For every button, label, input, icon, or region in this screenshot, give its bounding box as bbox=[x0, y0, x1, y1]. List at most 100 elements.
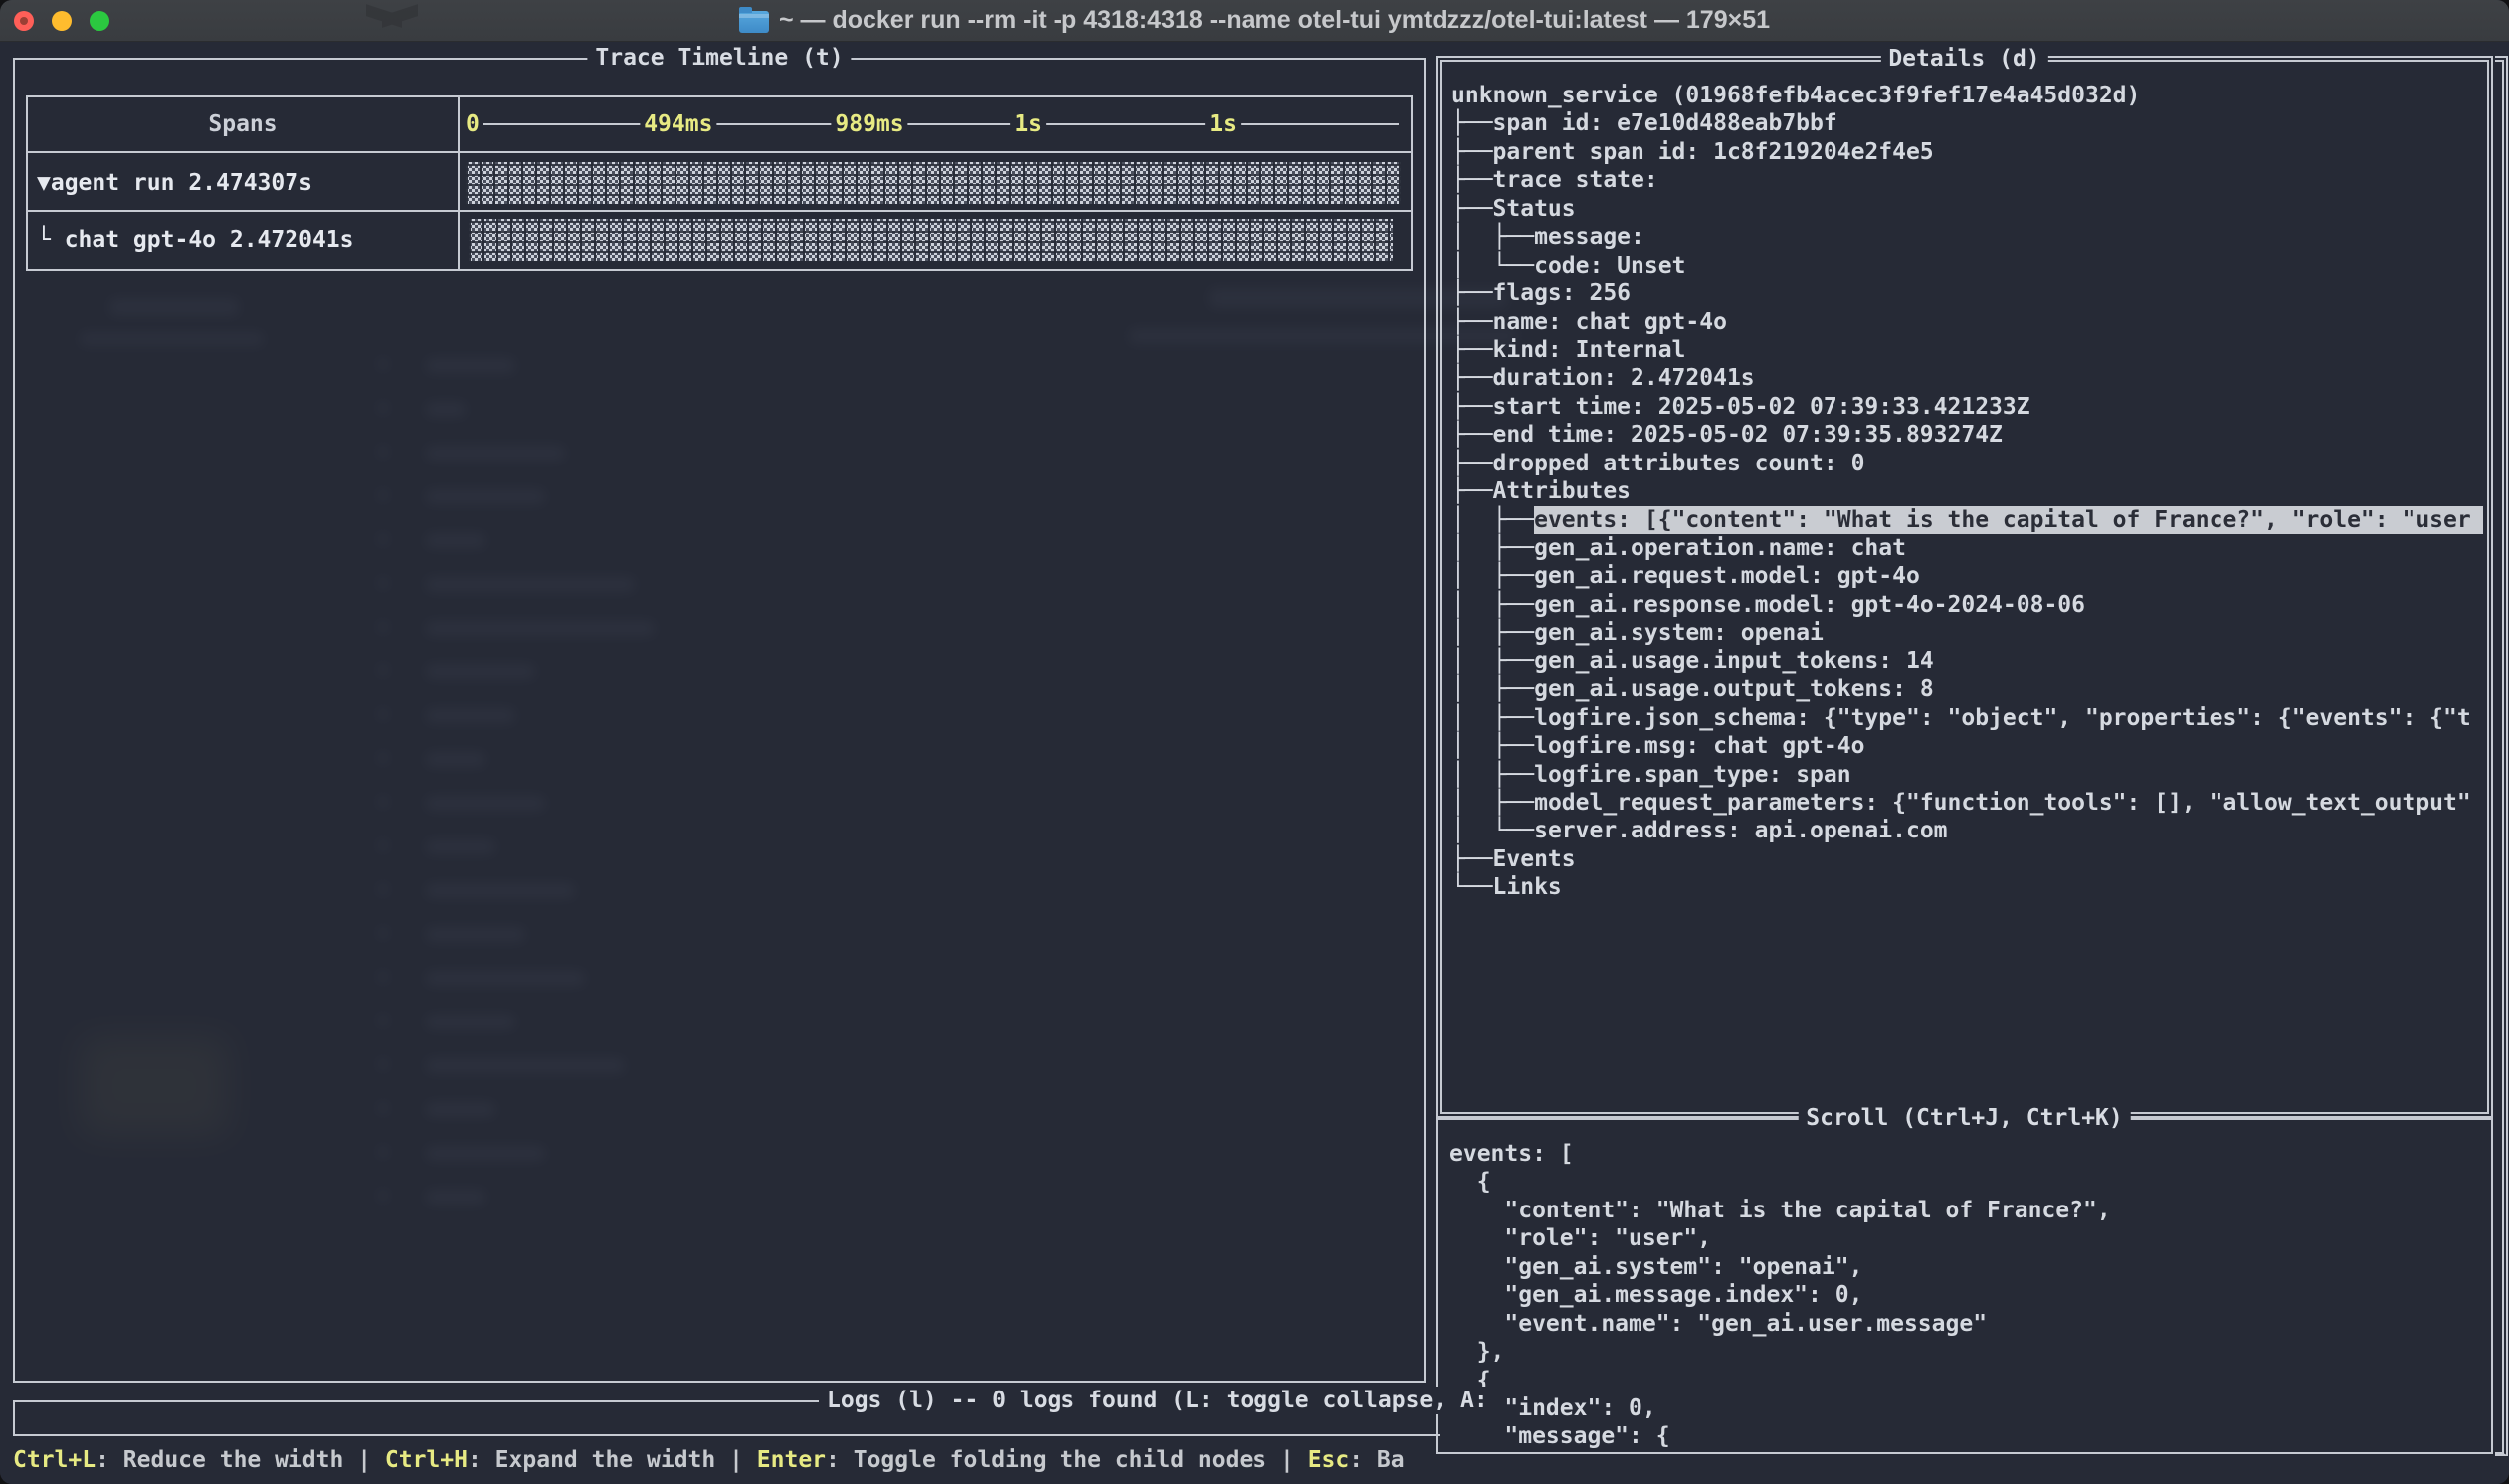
scroll-panel-title: Scroll (Ctrl+J, Ctrl+K) bbox=[1798, 1104, 2131, 1132]
shortcut-key: Enter bbox=[757, 1447, 826, 1473]
tree-node-text: logfire.json_schema: {"type": "object", … bbox=[1534, 704, 2471, 732]
details-tree-line[interactable]: ├──flags: 256 bbox=[1451, 279, 2483, 307]
details-tree-line[interactable]: ├──span id: e7e10d488eab7bbf bbox=[1451, 109, 2483, 137]
shortcut-description: : Expand the width | bbox=[468, 1447, 757, 1473]
details-tree-line[interactable]: ├──Status bbox=[1451, 195, 2483, 223]
tree-node-text: end time: 2025-05-02 07:39:35.893274Z bbox=[1493, 421, 2003, 449]
json-line: "role": "user", bbox=[1449, 1224, 2487, 1252]
tree-guide: │ ├── bbox=[1451, 534, 1534, 562]
spans-column-header: Spans bbox=[28, 97, 458, 151]
ruler-tick-label: 1s bbox=[1010, 110, 1046, 138]
details-tree-line[interactable]: │ ├──gen_ai.usage.output_tokens: 8 bbox=[1451, 675, 2483, 703]
tree-guide: │ └── bbox=[1451, 252, 1534, 279]
details-tree-line[interactable]: │ ├──model_request_parameters: {"functio… bbox=[1451, 789, 2483, 817]
terminal-screen: Trace Timeline (t) Spans 0494ms989ms1s1s… bbox=[0, 42, 2509, 1484]
scroll-panel[interactable]: Scroll (Ctrl+J, Ctrl+K) events: [ { "con… bbox=[1436, 1118, 2493, 1454]
tree-guide: ├── bbox=[1451, 450, 1493, 477]
tree-node-text: name: chat gpt-4o bbox=[1493, 308, 1727, 336]
tree-guide: │ ├── bbox=[1451, 732, 1534, 760]
tree-node-text: span id: e7e10d488eab7bbf bbox=[1493, 109, 1837, 137]
zoom-button[interactable] bbox=[90, 11, 109, 31]
tree-guide: │ ├── bbox=[1451, 562, 1534, 590]
tree-node-text: Events bbox=[1493, 845, 1576, 873]
spans-table-header: Spans 0494ms989ms1s1s bbox=[28, 97, 1411, 153]
details-tree-line[interactable]: │ ├──gen_ai.operation.name: chat bbox=[1451, 534, 2483, 562]
tree-node-text: logfire.span_type: span bbox=[1534, 761, 1851, 789]
tree-node-text: Status bbox=[1493, 195, 1576, 223]
json-line: { bbox=[1449, 1367, 2487, 1394]
status-bar: Ctrl+L: Reduce the width | Ctrl+H: Expan… bbox=[13, 1446, 1434, 1476]
details-tree-line[interactable]: ├──duration: 2.472041s bbox=[1451, 364, 2483, 392]
details-tree-line[interactable]: │ ├──gen_ai.response.model: gpt-4o-2024-… bbox=[1451, 591, 2483, 619]
details-tree-line[interactable]: │ └──server.address: api.openai.com bbox=[1451, 817, 2483, 844]
tree-guide: │ └── bbox=[1451, 817, 1534, 844]
tree-node-text: flags: 256 bbox=[1493, 279, 1631, 307]
details-tree-line-selected[interactable]: │ ├──events: [{"content": "What is the c… bbox=[1451, 506, 2483, 534]
details-tree-line[interactable]: ├──kind: Internal bbox=[1451, 336, 2483, 364]
folder-icon bbox=[739, 11, 769, 33]
details-tree-line[interactable]: │ ├──logfire.msg: chat gpt-4o bbox=[1451, 732, 2483, 760]
details-tree-line[interactable]: ├──Events bbox=[1451, 845, 2483, 873]
details-tree-line[interactable]: ├──name: chat gpt-4o bbox=[1451, 308, 2483, 336]
tree-node-text: message: bbox=[1534, 223, 1658, 251]
details-tree-line[interactable]: │ ├──message: bbox=[1451, 223, 2483, 251]
tree-guide: ├── bbox=[1451, 308, 1493, 336]
tree-guide: ├── bbox=[1451, 138, 1493, 166]
details-tree-line[interactable]: │ ├──gen_ai.usage.input_tokens: 14 bbox=[1451, 648, 2483, 675]
window-title: ~ — docker run --rm -it -p 4318:4318 --n… bbox=[779, 6, 1770, 35]
trace-timeline-panel[interactable]: Trace Timeline (t) Spans 0494ms989ms1s1s… bbox=[13, 58, 1426, 1383]
json-line: events: [ bbox=[1449, 1140, 2487, 1168]
span-duration-bar bbox=[469, 219, 1393, 261]
tree-guide: │ ├── bbox=[1451, 704, 1534, 732]
scroll-json-view[interactable]: events: [ { "content": "What is the capi… bbox=[1438, 1120, 2491, 1452]
tree-guide: │ ├── bbox=[1451, 506, 1534, 534]
tree-node-text: events: [{"content": "What is the capita… bbox=[1534, 506, 2483, 534]
outer-frame-edge bbox=[2495, 56, 2508, 1456]
tree-guide: ├── bbox=[1451, 279, 1493, 307]
details-tree-line[interactable]: ├──dropped attributes count: 0 bbox=[1451, 450, 2483, 477]
details-tree-line[interactable]: │ └──code: Unset bbox=[1451, 252, 2483, 279]
tree-node-text: gen_ai.operation.name: chat bbox=[1534, 534, 1906, 562]
tree-guide: ├── bbox=[1451, 109, 1493, 137]
shortcut-key: Esc bbox=[1308, 1447, 1350, 1473]
tree-guide: │ ├── bbox=[1451, 591, 1534, 619]
details-panel[interactable]: Details (d) unknown_service (01968fefb4a… bbox=[1436, 56, 2493, 1118]
details-tree-line[interactable]: │ ├──logfire.span_type: span bbox=[1451, 761, 2483, 789]
details-tree-line[interactable]: ├──end time: 2025-05-02 07:39:35.893274Z bbox=[1451, 421, 2483, 449]
span-row[interactable]: ▼agent run 2.474307s bbox=[28, 155, 1411, 212]
minimize-button[interactable] bbox=[52, 11, 72, 31]
titlebar: ~ — docker run --rm -it -p 4318:4318 --n… bbox=[0, 0, 2509, 42]
tree-node-text: gen_ai.system: openai bbox=[1534, 619, 1824, 647]
tree-guide: ├── bbox=[1451, 166, 1493, 194]
json-line: { bbox=[1449, 1168, 2487, 1196]
tree-node-text: Links bbox=[1493, 873, 1562, 901]
json-line: "content": "What is the capital of Franc… bbox=[1449, 1197, 2487, 1224]
details-panel-title: Details (d) bbox=[1880, 45, 2047, 73]
details-tree-line[interactable]: unknown_service (01968fefb4acec3f9fef17e… bbox=[1451, 82, 2483, 109]
tree-guide: │ ├── bbox=[1451, 789, 1534, 817]
tree-guide: ├── bbox=[1451, 421, 1493, 449]
details-tree[interactable]: unknown_service (01968fefb4acec3f9fef17e… bbox=[1442, 62, 2487, 1112]
tree-guide: │ ├── bbox=[1451, 223, 1534, 251]
tree-guide: ├── bbox=[1451, 364, 1493, 392]
details-tree-line[interactable]: ├──parent span id: 1c8f219204e2f4e5 bbox=[1451, 138, 2483, 166]
details-tree-line[interactable]: │ ├──gen_ai.system: openai bbox=[1451, 619, 2483, 647]
details-tree-line[interactable]: ├──start time: 2025-05-02 07:39:33.42123… bbox=[1451, 393, 2483, 421]
details-tree-line[interactable]: └──Links bbox=[1451, 873, 2483, 901]
ruler-tick-label: 989ms bbox=[831, 110, 907, 138]
details-tree-line[interactable]: │ ├──logfire.json_schema: {"type": "obje… bbox=[1451, 704, 2483, 732]
tree-node-text: kind: Internal bbox=[1493, 336, 1686, 364]
window-title-wrap: ~ — docker run --rm -it -p 4318:4318 --n… bbox=[739, 6, 1770, 35]
tree-guide: ├── bbox=[1451, 477, 1493, 505]
timeline-ruler: 0494ms989ms1s1s bbox=[466, 97, 1403, 151]
tree-guide: ├── bbox=[1451, 845, 1493, 873]
json-line: "gen_ai.message.index": 0, bbox=[1449, 1281, 2487, 1309]
tree-node-text: parent span id: 1c8f219204e2f4e5 bbox=[1493, 138, 1934, 166]
details-tree-line[interactable]: ├──Attributes bbox=[1451, 477, 2483, 505]
details-tree-line[interactable]: │ ├──gen_ai.request.model: gpt-4o bbox=[1451, 562, 2483, 590]
details-tree-line[interactable]: ├──trace state: bbox=[1451, 166, 2483, 194]
span-row[interactable]: └ chat gpt-4o 2.472041s bbox=[28, 212, 1411, 269]
close-button[interactable] bbox=[14, 11, 34, 31]
logs-panel[interactable]: Logs (l) -- 0 logs found (L: toggle coll… bbox=[13, 1400, 1440, 1436]
traffic-lights bbox=[14, 11, 109, 31]
